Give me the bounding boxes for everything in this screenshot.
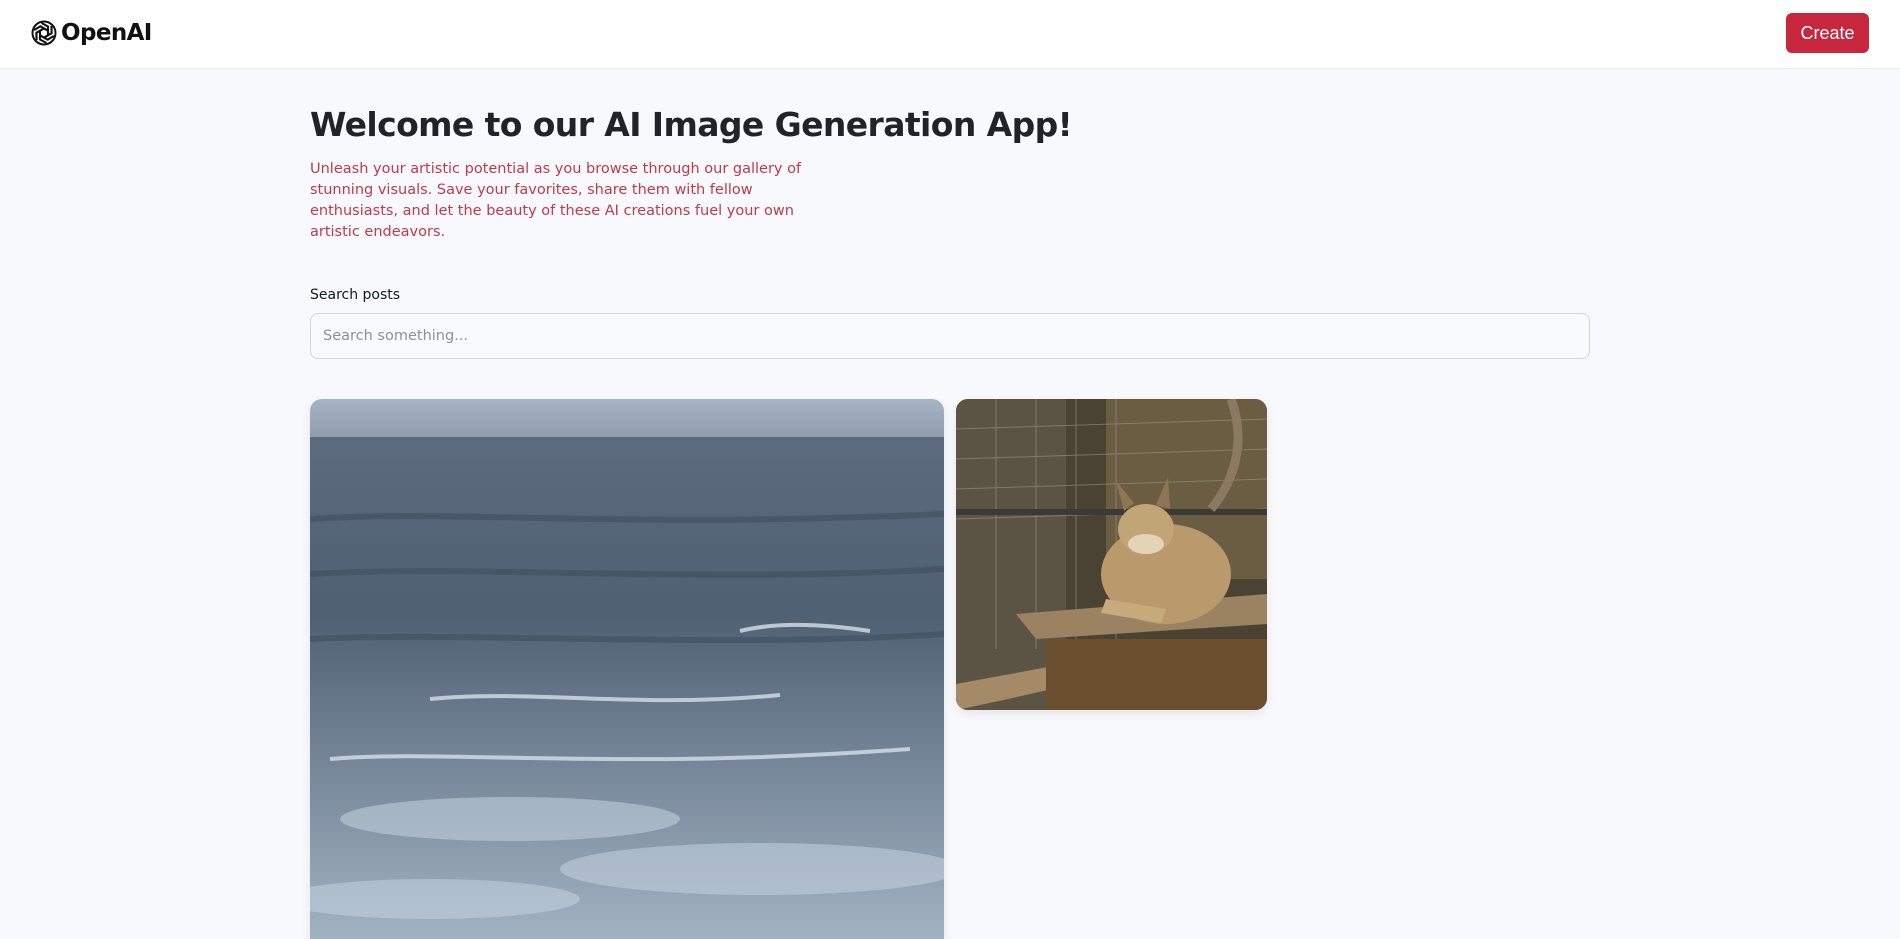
gallery-card-bobcat[interactable] [956, 399, 1267, 710]
page-title: Welcome to our AI Image Generation App! [310, 105, 1073, 144]
search-label: Search posts [310, 287, 401, 303]
openai-logo[interactable]: OpenAI [29, 18, 152, 48]
ocean-waves-image [310, 399, 944, 939]
gallery-card-ocean[interactable] [310, 399, 944, 939]
bobcat-image [956, 399, 1267, 710]
page-subtitle: Unleash your artistic potential as you b… [310, 161, 802, 240]
search-input[interactable] [310, 313, 1590, 359]
top-navbar: OpenAI Create [0, 0, 1900, 69]
logo-text: OpenAI [61, 20, 152, 46]
create-button[interactable]: Create [1786, 13, 1869, 53]
openai-logo-icon [31, 20, 57, 46]
